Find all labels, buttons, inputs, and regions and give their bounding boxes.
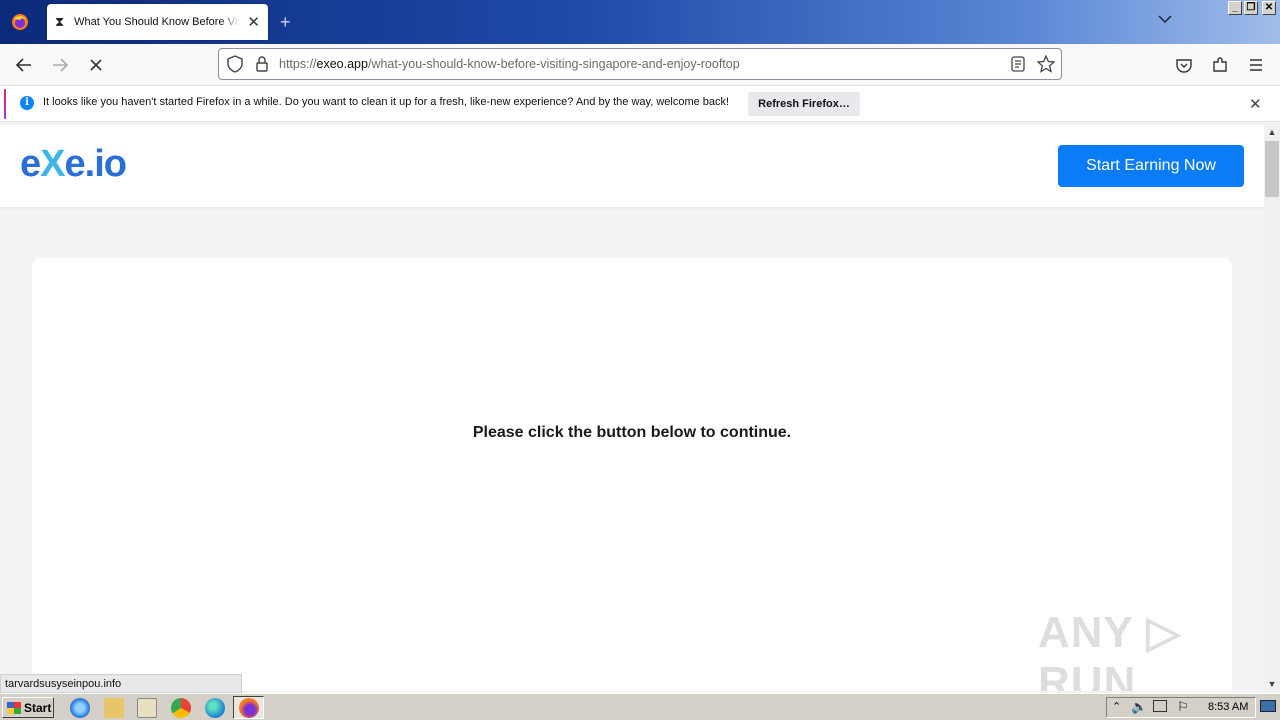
show-desktop-icon[interactable] xyxy=(1260,700,1276,712)
new-tab-button[interactable]: + xyxy=(280,12,291,33)
logo-part-x: X xyxy=(40,143,65,185)
url-scheme: https:// xyxy=(279,57,317,71)
edge-icon[interactable] xyxy=(205,698,225,718)
url-text[interactable]: https://exeo.app/what-you-should-know-be… xyxy=(279,57,740,71)
firefox-taskbar-icon xyxy=(239,698,259,718)
forward-arrow-icon[interactable] xyxy=(49,54,71,76)
start-label: Start xyxy=(24,700,52,715)
start-earning-now-button[interactable]: Start Earning Now xyxy=(1058,145,1244,187)
reader-view-icon[interactable] xyxy=(1011,56,1025,77)
stop-loading-icon[interactable] xyxy=(85,54,107,76)
notification-accent-stripe xyxy=(4,89,6,119)
page-scrollbar[interactable]: ▲ ▼ xyxy=(1264,125,1280,691)
hourglass-icon: ⧗ xyxy=(55,14,65,29)
notification-close-icon[interactable]: ✕ xyxy=(1249,95,1262,113)
site-header: eXe.io Start Earning Now xyxy=(0,125,1264,207)
scroll-up-arrow-icon[interactable]: ▲ xyxy=(1264,125,1280,139)
url-host: exeo.app xyxy=(316,57,368,71)
tab-title: What You Should Know Before Visiting Sin… xyxy=(74,16,241,28)
logo-part-rest: e.io xyxy=(64,143,127,185)
address-bar[interactable]: https://exeo.app/what-you-should-know-be… xyxy=(218,48,1062,80)
media-player-icon[interactable] xyxy=(137,698,157,718)
volume-icon[interactable]: 🔈 xyxy=(1131,699,1147,715)
status-link-preview: tarvardsusyseinpou.info xyxy=(0,674,242,693)
refresh-firefox-notification: i It looks like you haven't started Fire… xyxy=(0,86,1280,122)
internet-explorer-icon[interactable] xyxy=(70,698,90,718)
hamburger-menu-icon[interactable] xyxy=(1245,54,1267,76)
logo-part-e: e xyxy=(20,143,41,185)
web-page: eXe.io Start Earning Now Please click th… xyxy=(0,125,1264,691)
taskbar-clock[interactable]: 8:53 AM xyxy=(1208,701,1248,713)
list-tabs-chevron-icon[interactable] xyxy=(1158,13,1172,27)
close-window-button[interactable]: ✕ xyxy=(1262,1,1276,15)
start-button[interactable]: Start xyxy=(2,697,54,718)
scroll-down-arrow-icon[interactable]: ▼ xyxy=(1264,677,1280,691)
chrome-icon[interactable] xyxy=(171,698,191,718)
continue-instruction: Please click the button below to continu… xyxy=(472,424,792,441)
refresh-firefox-button[interactable]: Refresh Firefox… xyxy=(748,92,860,116)
firefox-taskbar-button[interactable] xyxy=(233,696,264,719)
pocket-icon[interactable] xyxy=(1173,54,1195,76)
browser-titlebar: ⧗ What You Should Know Before Visiting S… xyxy=(0,0,1280,44)
action-center-flag-icon[interactable]: ⚐ xyxy=(1177,699,1189,715)
back-arrow-icon[interactable] xyxy=(13,54,35,76)
network-icon[interactable] xyxy=(1153,700,1167,712)
browser-tab-active[interactable]: ⧗ What You Should Know Before Visiting S… xyxy=(47,4,268,40)
scroll-thumb[interactable] xyxy=(1265,141,1279,197)
tray-expand-icon[interactable]: ⌃ xyxy=(1112,700,1121,713)
windows-taskbar: Start ⌃ 🔈 ⚐ 8:53 AM xyxy=(0,693,1280,720)
file-explorer-icon[interactable] xyxy=(104,698,124,718)
notification-message: It looks like you haven't started Firefo… xyxy=(43,96,730,108)
info-icon: i xyxy=(20,96,34,110)
lock-icon[interactable] xyxy=(255,56,269,77)
url-path: /what-you-should-know-before-visiting-si… xyxy=(367,57,740,71)
windows-logo-icon xyxy=(7,701,21,714)
shield-icon[interactable] xyxy=(227,55,243,78)
tab-close-icon[interactable]: ✕ xyxy=(247,13,260,31)
extensions-puzzle-icon[interactable] xyxy=(1209,54,1231,76)
firefox-logo-icon[interactable] xyxy=(0,0,40,44)
restore-button[interactable]: ❐ xyxy=(1244,1,1258,15)
exe-io-logo[interactable]: eXe.io xyxy=(20,143,127,186)
navigation-toolbar: https://exeo.app/what-you-should-know-be… xyxy=(0,44,1280,86)
minimize-button[interactable]: _ xyxy=(1228,1,1242,15)
bookmark-star-icon[interactable] xyxy=(1036,54,1056,78)
anyrun-watermark: ANY ▷ RUN xyxy=(1038,608,1182,691)
